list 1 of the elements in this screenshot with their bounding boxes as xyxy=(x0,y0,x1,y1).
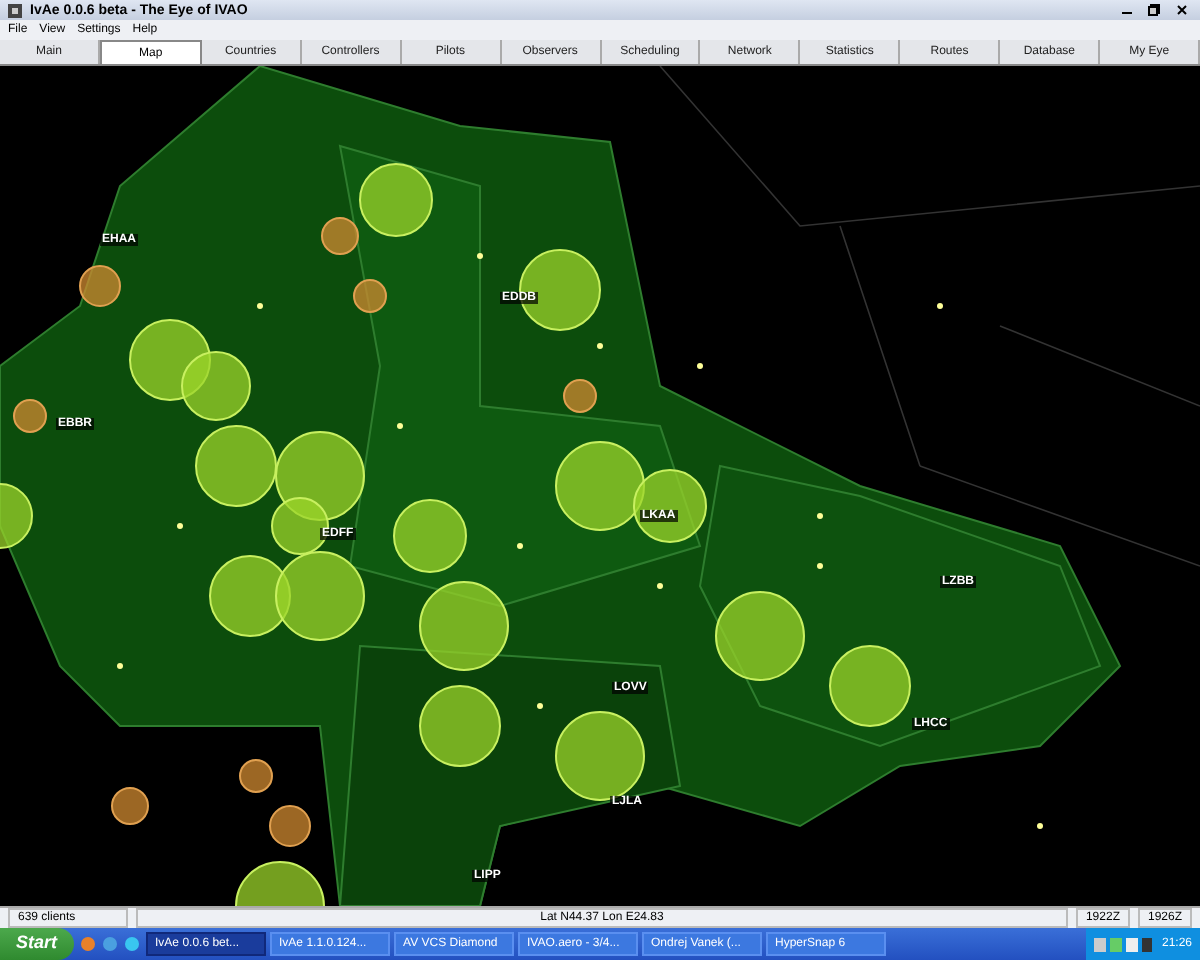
start-button[interactable]: Start xyxy=(0,928,74,960)
